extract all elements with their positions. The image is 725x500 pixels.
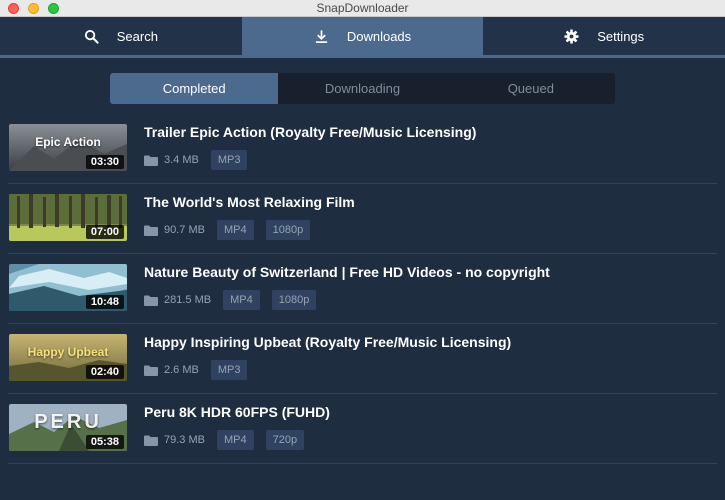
- gear-icon: [564, 28, 579, 44]
- folder-icon[interactable]: [144, 225, 158, 236]
- video-thumbnail[interactable]: 10:48: [9, 264, 127, 311]
- video-thumbnail[interactable]: 07:00: [9, 194, 127, 241]
- tab-queued[interactable]: Queued: [447, 73, 615, 104]
- folder-icon[interactable]: [144, 435, 158, 446]
- list-item[interactable]: Epic Action 03:30 Trailer Epic Action (R…: [8, 114, 717, 184]
- download-status-tabs: Completed Downloading Queued: [110, 73, 615, 104]
- folder-icon[interactable]: [144, 295, 158, 306]
- tab-settings[interactable]: Settings: [483, 17, 725, 55]
- video-duration: 07:00: [85, 225, 124, 239]
- format-badge[interactable]: MP3: [210, 150, 248, 170]
- file-size: 79.3 MB: [164, 434, 205, 446]
- thumbnail-caption: PERU: [34, 411, 102, 433]
- tab-completed[interactable]: Completed: [110, 73, 279, 104]
- quality-badge[interactable]: 1080p: [271, 290, 317, 310]
- list-item[interactable]: Happy Upbeat 02:40 Happy Inspiring Upbea…: [8, 324, 717, 394]
- tab-downloads-label: Downloads: [346, 28, 412, 44]
- list-item[interactable]: 07:00 The World's Most Relaxing Film 90.…: [8, 184, 717, 254]
- tab-search-label: Search: [116, 28, 158, 44]
- video-duration: 03:30: [85, 155, 124, 169]
- file-size: 281.5 MB: [164, 294, 212, 306]
- video-meta: 79.3 MB MP4 720p: [144, 430, 316, 450]
- tab-downloads[interactable]: Downloads: [241, 17, 484, 55]
- format-badge[interactable]: MP3: [210, 360, 248, 380]
- title-bar: SnapDownloader: [0, 0, 725, 17]
- video-title: The World's Most Relaxing Film: [144, 194, 355, 210]
- search-icon: [84, 29, 99, 44]
- video-meta: 2.6 MB MP3: [144, 360, 259, 380]
- quality-badge[interactable]: 720p: [265, 430, 305, 450]
- download-icon: [315, 29, 327, 43]
- quality-badge[interactable]: 1080p: [265, 220, 311, 240]
- thumbnail-caption: Happy Upbeat: [27, 345, 109, 359]
- video-thumbnail[interactable]: PERU 05:38: [9, 404, 127, 451]
- video-title: Nature Beauty of Switzerland | Free HD V…: [144, 264, 550, 280]
- main-nav: Search Downloads Settings: [0, 17, 725, 55]
- format-badge[interactable]: MP4: [223, 290, 260, 310]
- video-thumbnail[interactable]: Happy Upbeat 02:40: [9, 334, 127, 381]
- tab-downloading[interactable]: Downloading: [278, 73, 446, 104]
- nav-divider: [0, 55, 725, 58]
- video-thumbnail[interactable]: Epic Action 03:30: [9, 124, 127, 171]
- list-item[interactable]: PERU 05:38 Peru 8K HDR 60FPS (FUHD) 79.3…: [8, 394, 717, 464]
- video-duration: 05:38: [85, 435, 124, 449]
- file-size: 3.4 MB: [164, 154, 199, 166]
- list-item[interactable]: 10:48 Nature Beauty of Switzerland | Fre…: [8, 254, 717, 324]
- file-size: 90.7 MB: [164, 224, 205, 236]
- format-badge[interactable]: MP4: [216, 430, 254, 450]
- format-badge[interactable]: MP4: [216, 220, 254, 240]
- window-title: SnapDownloader: [316, 1, 409, 15]
- file-size: 2.6 MB: [164, 364, 199, 376]
- tab-search[interactable]: Search: [0, 17, 242, 55]
- video-meta: 90.7 MB MP4 1080p: [144, 220, 322, 240]
- thumbnail-caption: Epic Action: [35, 135, 101, 149]
- download-list: Epic Action 03:30 Trailer Epic Action (R…: [8, 114, 717, 464]
- folder-icon[interactable]: [144, 365, 158, 376]
- tab-settings-label: Settings: [597, 28, 645, 44]
- video-title: Happy Inspiring Upbeat (Royalty Free/Mus…: [144, 334, 512, 350]
- video-duration: 10:48: [85, 295, 124, 309]
- folder-icon[interactable]: [144, 155, 158, 166]
- video-title: Trailer Epic Action (Royalty Free/Music …: [144, 124, 477, 140]
- video-meta: 3.4 MB MP3: [144, 150, 259, 170]
- video-meta: 281.5 MB MP4 1080p: [144, 290, 328, 310]
- video-duration: 02:40: [85, 365, 124, 379]
- video-title: Peru 8K HDR 60FPS (FUHD): [144, 404, 330, 420]
